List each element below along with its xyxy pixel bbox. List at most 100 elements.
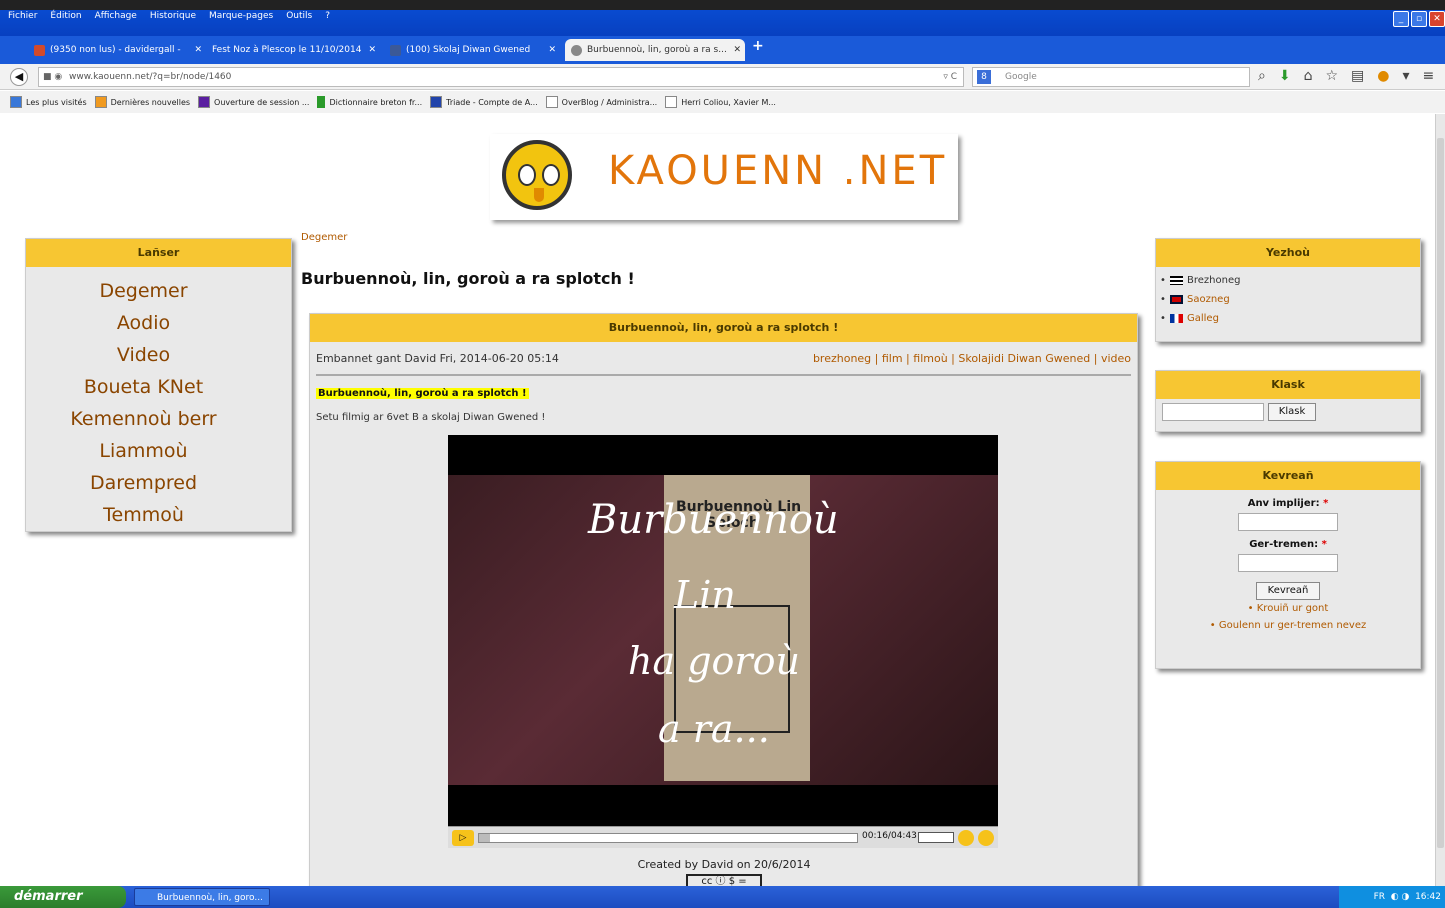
menu-item-affichage[interactable]: Affichage [95, 11, 137, 21]
article: Burbuennoù, lin, goroù a ra splotch ! Em… [309, 313, 1138, 886]
google-icon: 8 [977, 70, 991, 84]
bookmark-star-icon[interactable]: ☆ [1325, 68, 1338, 84]
bookmark-item[interactable]: Ouverture de session ... [198, 96, 309, 108]
username-label: Anv implijer: * [1247, 498, 1329, 509]
site-search-button[interactable]: Klask [1268, 403, 1316, 421]
menu-item-help[interactable]: ? [325, 11, 330, 21]
menu-link-temmou[interactable]: Temmoù [0, 499, 291, 531]
left-menu-title: Lañser [26, 239, 291, 267]
article-header: Burbuennoù, lin, goroù a ra splotch ! [310, 314, 1137, 342]
home-icon[interactable]: ⌂ [1304, 68, 1313, 84]
rss-icon [94, 96, 107, 108]
menu-link-liammou[interactable]: Liammoù [0, 435, 291, 467]
bookmark-list-icon[interactable]: ▤ [1351, 68, 1364, 84]
menu-link-kemennou[interactable]: Kemennoù berr [0, 403, 291, 435]
triangle-icon [430, 96, 443, 108]
play-icon[interactable]: ▷ [452, 830, 474, 846]
language-indicator[interactable]: FR [1374, 892, 1385, 902]
menu-icon[interactable]: ≡ [1423, 68, 1435, 84]
tab-active[interactable]: Burbuennoù, lin, goroù a ra s... ✕ [565, 39, 745, 61]
logo-text: KAOUENN .NET [608, 148, 948, 194]
page-scrollbar[interactable] [1435, 114, 1445, 886]
password-field[interactable] [1238, 554, 1338, 572]
bookmark-item[interactable]: Les plus visités [10, 96, 87, 108]
new-password-link[interactable]: • Goulenn ur ger-tremen nevez [1156, 617, 1420, 634]
menu-item-fichier[interactable]: Fichier [8, 11, 37, 21]
article-subtitle: Setu filmig ar 6vet B a skolaj Diwan Gwe… [316, 412, 546, 423]
bookmark-item[interactable]: Dictionnaire breton fr... [317, 96, 422, 108]
tab-label: (100) Skolaj Diwan Gwened [406, 45, 531, 55]
site-logo[interactable]: KAOUENN .NET [490, 134, 958, 220]
url-text: www.kaouenn.net/?q=br/node/1460 [69, 72, 232, 82]
bookmark-item[interactable]: Herri Coliou, Xavier M... [665, 96, 776, 108]
new-tab-button[interactable]: + [752, 38, 764, 54]
close-tab-icon[interactable]: ✕ [368, 39, 376, 61]
page-title: Burbuennoù, lin, goroù a ra splotch ! [301, 269, 635, 288]
username-field[interactable] [1238, 513, 1338, 531]
menu-link-video[interactable]: Video [0, 339, 291, 371]
video-credit: Created by David on 20/6/2014 [637, 858, 811, 871]
maximize-button[interactable]: ▫ [1411, 11, 1427, 27]
clock: 16:42 [1415, 892, 1441, 902]
seek-bar[interactable] [478, 833, 858, 843]
magnifier-icon[interactable]: ⌕ [1258, 68, 1266, 84]
language-item[interactable]: Saozneg [1156, 290, 1420, 309]
france-flag-icon [1170, 313, 1183, 323]
search-bar[interactable]: 8 Google [972, 67, 1250, 87]
menu-link-aodio[interactable]: Aodio [0, 307, 291, 339]
minimize-button[interactable]: _ [1393, 11, 1409, 27]
menu-link-degemer[interactable]: Degemer [0, 275, 291, 307]
back-arrow-icon[interactable]: ◀ [10, 68, 28, 86]
menu-item-historique[interactable]: Historique [150, 11, 196, 21]
menu-link-boueta[interactable]: Boueta KNet [0, 371, 291, 403]
search-engine-label: Google [1005, 72, 1037, 82]
video-caption-1: Burbuennoù [588, 497, 839, 543]
tab-facebook[interactable]: (100) Skolaj Diwan Gwened ✕ [384, 39, 560, 61]
article-tags[interactable]: brezhoneg | film | filmoù | Skolajidi Di… [813, 352, 1131, 365]
scroll-thumb[interactable] [1437, 138, 1444, 848]
language-item[interactable]: Brezhoneg [1156, 271, 1420, 290]
tab-festnoz[interactable]: Fest Noz à Plescop le 11/10/2014 ✕ [190, 39, 380, 61]
article-meta: Embannet gant David Fri, 2014-06-20 05:1… [316, 352, 1131, 376]
bookmark-label: Triade - Compte de A... [446, 97, 538, 107]
bookmark-item[interactable]: OverBlog / Administra... [545, 96, 657, 108]
dropdown-icon[interactable]: ▾ [1402, 68, 1409, 84]
bookmarks-toolbar: Les plus visités Dernières nouvelles Ouv… [0, 91, 1445, 113]
url-bar[interactable]: ■ ◉ www.kaouenn.net/?q=br/node/1460 ▿ C [38, 67, 964, 87]
breadcrumb[interactable]: Degemer [301, 232, 347, 243]
language-label: Brezhoneg [1187, 275, 1241, 286]
close-tab-icon[interactable]: ✕ [548, 39, 556, 61]
close-window-button[interactable]: ✕ [1429, 11, 1445, 27]
menu-item-marque-pages[interactable]: Marque-pages [209, 11, 273, 21]
article-author-date: Embannet gant David Fri, 2014-06-20 05:1… [316, 352, 559, 365]
language-label: Galleg [1187, 313, 1219, 324]
settings-icon[interactable] [978, 830, 994, 846]
uk-flag-icon [1170, 294, 1183, 304]
left-menu: Lañser Degemer Aodio Video Boueta KNet K… [25, 238, 292, 532]
video-time: 00:16/04:43 [862, 831, 917, 841]
close-tab-icon[interactable]: ✕ [733, 39, 741, 61]
video-frame[interactable]: Burbuennoù Lin Sploch Burbuennoù Lin ha g… [448, 475, 998, 785]
top-edge [0, 0, 1445, 10]
site-search-input[interactable] [1162, 403, 1264, 421]
volume-slider[interactable] [918, 832, 954, 843]
menu-item-outils[interactable]: Outils [286, 11, 312, 21]
create-account-link[interactable]: • Krouiñ ur gont [1156, 600, 1420, 617]
reload-icon[interactable]: ▿ C [943, 68, 957, 86]
menu-item-edition[interactable]: Édition [50, 11, 81, 21]
bookmark-item[interactable]: Triade - Compte de A... [430, 96, 538, 108]
tab-label: Burbuennoù, lin, goroù a ra s... [587, 45, 727, 55]
download-icon[interactable]: ⬇ [1279, 68, 1291, 84]
tab-mail[interactable]: (9350 non lus) - davidergall - ✕ [28, 39, 206, 61]
login-button[interactable]: Kevreañ [1256, 582, 1320, 600]
fullscreen-icon[interactable] [958, 830, 974, 846]
browser-titlebar: Fichier Édition Affichage Historique Mar… [0, 0, 1445, 36]
start-button[interactable]: démarrer [0, 886, 126, 908]
taskbar-firefox[interactable]: Burbuennoù, lin, goro... [134, 888, 270, 906]
video-player[interactable]: Burbuennoù Lin Sploch Burbuennoù Lin ha g… [448, 435, 998, 848]
language-item[interactable]: Galleg [1156, 309, 1420, 328]
creative-commons-icon[interactable]: cc ⓘ $ = [686, 874, 762, 886]
bookmark-item[interactable]: Dernières nouvelles [94, 96, 190, 108]
menu-link-darempred[interactable]: Darempred [0, 467, 291, 499]
extension-icon[interactable]: ● [1377, 68, 1389, 84]
